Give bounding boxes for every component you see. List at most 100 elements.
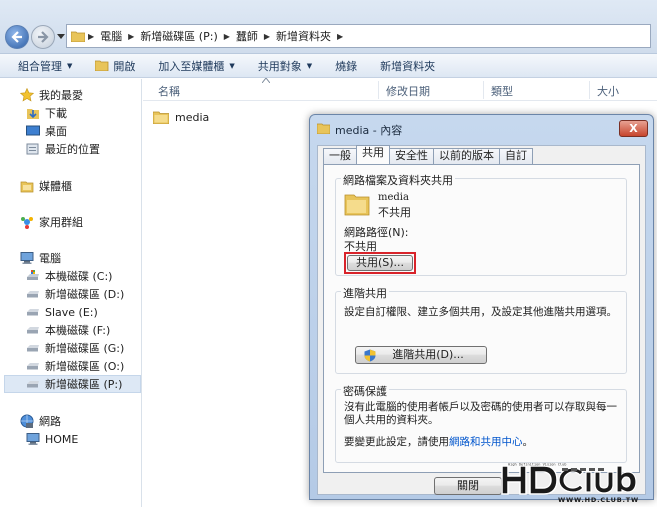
computer-icon [26, 433, 40, 445]
sidebar-label: 新增磁碟區 (P:) [45, 378, 123, 391]
group-title: 進階共用 [341, 285, 389, 301]
new-folder-button[interactable]: 新增資料夾 [366, 58, 444, 74]
sidebar-item-drive-e[interactable]: Slave (E:) [26, 303, 140, 321]
column-name[interactable]: 名稱 [158, 83, 180, 99]
organize-menu[interactable]: 組合管理 ▼ [0, 58, 81, 74]
drive-icon [27, 363, 39, 370]
sidebar-item-home[interactable]: HOME [26, 430, 140, 448]
sidebar-label: 家用群組 [39, 216, 83, 229]
network-sharing-center-link[interactable]: 網路和共用中心 [449, 436, 523, 448]
password-protection-group: 密碼保護 沒有此電腦的使用者帳戶以及密碼的使用者可以存取與每一個人共用的資料夾。… [335, 383, 627, 463]
sidebar-label: 本機磁碟 (F:) [45, 324, 111, 337]
sidebar-item-recent-places[interactable]: 最近的位置 [26, 140, 140, 158]
logo-url: WWW.HD.CLUB.TW [558, 496, 639, 504]
breadcrumb-separator[interactable]: ▶ [261, 32, 273, 41]
breadcrumb-drive-p[interactable]: 新增磁碟區 (P:) [137, 28, 220, 44]
arrow-left-icon [11, 31, 22, 43]
sidebar-item-network[interactable]: 網路 [20, 412, 140, 430]
sidebar-item-homegroup[interactable]: 家用群組 [20, 213, 140, 231]
breadcrumb-computer[interactable]: 電腦 [97, 28, 125, 44]
sidebar-label: 我的最愛 [39, 89, 83, 102]
sidebar-item-drive-g[interactable]: 新增磁碟區 (G:) [26, 339, 140, 357]
dropdown-arrow-icon: ▼ [67, 61, 73, 70]
breadcrumb-folder[interactable]: 蠶師 [233, 28, 261, 44]
tab-security[interactable]: 安全性 [389, 148, 434, 164]
breadcrumb-separator[interactable]: ▶ [85, 32, 97, 41]
group-title: 密碼保護 [341, 383, 389, 399]
sidebar-label: 新增磁碟區 (G:) [45, 342, 125, 355]
network-icon [20, 414, 34, 428]
libraries-icon [20, 181, 34, 193]
sidebar-label: 新增磁碟區 (O:) [45, 360, 125, 373]
folder-icon [317, 123, 330, 134]
sidebar-item-drive-c[interactable]: 本機磁碟 (C:) [26, 267, 140, 285]
shield-icon [364, 349, 376, 362]
properties-dialog: media - 內容 X 一般 共用 安全性 以前的版本 自訂 網路檔案及資料夾… [309, 114, 654, 500]
sidebar-item-drive-o[interactable]: 新增磁碟區 (O:) [26, 357, 140, 375]
back-button[interactable] [5, 25, 29, 49]
open-label: 開啟 [113, 59, 136, 73]
password-protection-description: 沒有此電腦的使用者帳戶以及密碼的使用者可以存取與每一個人共用的資料夾。 [344, 401, 617, 426]
recent-places-icon [26, 143, 39, 155]
sidebar-label: HOME [45, 432, 79, 446]
hd-club-logo: High Definition Vision Club WWW.HD.CLUB.… [501, 463, 639, 504]
column-divider[interactable] [483, 81, 484, 99]
sidebar-item-downloads[interactable]: 下載 [26, 104, 140, 122]
add-to-library-label: 加入至媒體櫃 [158, 59, 225, 73]
password-change-suffix: 。 [522, 436, 534, 448]
advanced-sharing-description: 設定自訂權限、建立多個共用，及設定其他進階共用選項。 [344, 306, 617, 318]
arrow-right-icon [38, 31, 49, 43]
breadcrumb-separator[interactable]: ▶ [221, 32, 233, 41]
share-with-menu[interactable]: 共用對象 ▼ [244, 58, 321, 74]
column-divider[interactable] [378, 81, 379, 99]
downloads-folder-icon [27, 109, 39, 119]
column-divider[interactable] [589, 81, 590, 99]
column-date-modified[interactable]: 修改日期 [386, 83, 430, 99]
breadcrumb-separator[interactable]: ▶ [125, 32, 137, 41]
sidebar-item-drive-d[interactable]: 新增磁碟區 (D:) [26, 285, 140, 303]
star-icon [20, 88, 34, 102]
tab-general[interactable]: 一般 [323, 148, 357, 164]
sidebar-label: 新增磁碟區 (D:) [45, 288, 125, 301]
new-folder-label: 新增資料夾 [380, 59, 436, 73]
burn-button[interactable]: 燒錄 [321, 58, 366, 74]
sidebar-item-drive-f[interactable]: 本機磁碟 (F:) [26, 321, 140, 339]
tab-customize[interactable]: 自訂 [499, 148, 533, 164]
tab-previous-versions[interactable]: 以前的版本 [433, 148, 500, 164]
burn-label: 燒錄 [335, 59, 358, 73]
address-box[interactable]: ▶ 電腦 ▶ 新增磁碟區 (P:) ▶ 蠶師 ▶ 新增資料夾 ▶ [66, 24, 651, 48]
sidebar-item-desktop[interactable]: 桌面 [26, 122, 140, 140]
forward-button[interactable] [31, 25, 55, 49]
sidebar-label: 桌面 [45, 125, 67, 138]
dialog-title: media - 內容 [335, 124, 403, 137]
column-size[interactable]: 大小 [597, 83, 619, 99]
sidebar-item-favorites[interactable]: 我的最愛 [20, 86, 140, 104]
sidebar-item-libraries[interactable]: 媒體櫃 [20, 177, 140, 195]
folder-open-icon [95, 60, 109, 71]
close-icon[interactable]: X [619, 120, 648, 137]
recent-pages-dropdown-icon[interactable] [57, 34, 65, 40]
share-button[interactable]: 共用(S)... [347, 255, 413, 271]
column-type[interactable]: 類型 [491, 83, 513, 99]
tab-strip: 一般 共用 安全性 以前的版本 自訂 [323, 145, 533, 164]
sidebar-item-computer[interactable]: 電腦 [20, 249, 140, 267]
address-bar-area: ▶ 電腦 ▶ 新增磁碟區 (P:) ▶ 蠶師 ▶ 新增資料夾 ▶ [0, 0, 657, 54]
open-button[interactable]: 開啟 [81, 58, 144, 74]
advanced-sharing-group: 進階共用 設定自訂權限、建立多個共用，及設定其他進階共用選項。 進階共用(D).… [335, 285, 627, 374]
dropdown-arrow-icon: ▼ [306, 61, 313, 70]
breadcrumb-current-folder[interactable]: 新增資料夾 [273, 28, 334, 44]
folder-icon [344, 194, 370, 216]
file-row-media[interactable]: media [153, 107, 209, 127]
add-to-library-menu[interactable]: 加入至媒體櫃 ▼ [144, 58, 243, 74]
sidebar-label: 本機磁碟 (C:) [45, 270, 113, 283]
shared-folder-status: 不共用 [378, 206, 411, 219]
breadcrumb-separator[interactable]: ▶ [334, 32, 346, 41]
tab-sharing[interactable]: 共用 [356, 145, 390, 164]
advanced-sharing-button[interactable]: 進階共用(D)... [355, 346, 487, 364]
close-button[interactable]: 關閉 [434, 477, 502, 495]
dialog-body: 一般 共用 安全性 以前的版本 自訂 網路檔案及資料夾共用 media 不共用 … [317, 145, 646, 495]
drive-icon [27, 327, 39, 334]
shared-folder-name: media [378, 192, 409, 203]
group-title: 網路檔案及資料夾共用 [341, 172, 455, 188]
sidebar-item-drive-p[interactable]: 新增磁碟區 (P:) [4, 375, 141, 393]
